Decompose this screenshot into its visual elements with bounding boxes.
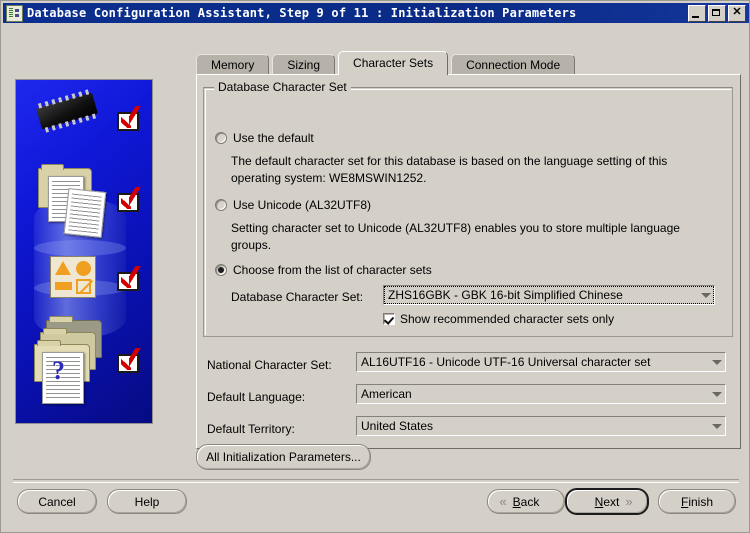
chevron-down-icon [709,423,725,429]
all-initialization-parameters-button[interactable]: All Initialization Parameters... [196,444,371,470]
show-recommended-label: Show recommended character sets only [400,312,615,326]
window-title: Database Configuration Assistant, Step 9… [27,6,577,20]
footer-divider [13,479,739,483]
default-territory-label: Default Territory: [207,422,295,436]
radio-choose-from-list[interactable]: Choose from the list of character sets [215,263,432,277]
default-language-combobox[interactable]: American [356,384,726,404]
tab-bar: Memory Sizing Character Sets Connection … [196,51,578,75]
database-assistant-icon [6,4,23,22]
db-charset-value: ZHS16GBK - GBK 16-bit Simplified Chinese [388,288,623,302]
tab-connection-mode[interactable]: Connection Mode [451,54,576,75]
step-check-icon [117,266,143,291]
chevron-down-icon [698,292,714,298]
wizard-illustration-panel: ? [15,79,153,424]
default-language-value: American [361,387,412,401]
tab-sizing[interactable]: Sizing [272,54,336,75]
use-default-description: The default character set for this datab… [231,154,668,185]
radio-label: Choose from the list of character sets [233,263,432,277]
next-label: Next [594,494,620,509]
step-check-icon [117,106,143,131]
window-titlebar: Database Configuration Assistant, Step 9… [3,3,749,23]
help-button[interactable]: Help [107,489,187,514]
default-territory-combobox[interactable]: United States [356,416,726,436]
step-check-icon [117,187,143,212]
radio-label: Use Unicode (AL32UTF8) [233,198,372,212]
memory-chip-icon [36,92,98,130]
national-charset-value: AL16UTF16 - Unicode UTF-16 Universal cha… [361,355,651,369]
db-charset-label: Database Character Set: [231,290,364,304]
step-check-icon [117,348,143,373]
document-page [63,188,107,238]
group-title: Database Character Set [214,80,351,94]
chevron-down-icon [709,391,725,397]
db-charset-combobox[interactable]: ZHS16GBK - GBK 16-bit Simplified Chinese [383,285,715,305]
radio-icon [215,132,227,144]
minimize-button[interactable] [688,4,706,22]
window-client-area: ? Memory Sizing Character Sets Connectio… [3,23,749,530]
character-sets-panel: Database Character Set Use the default T… [196,74,741,449]
database-band [34,240,126,256]
close-button[interactable]: ✕ [728,4,746,22]
use-unicode-description: Setting character set to Unicode (AL32UT… [231,221,680,252]
cancel-button[interactable]: Cancel [17,489,97,514]
back-button[interactable]: « Back « [487,489,565,514]
radio-use-the-default[interactable]: Use the default [215,131,314,145]
question-mark-glyph: ? [52,356,65,385]
tab-character-sets[interactable]: Character Sets [338,51,449,75]
default-language-label: Default Language: [207,390,306,404]
radio-icon [215,264,227,276]
checkbox-icon [383,313,395,325]
radio-label: Use the default [233,131,314,145]
radio-icon [215,199,227,211]
close-icon: ✕ [732,5,742,18]
shapes-icon [50,256,96,298]
dbca-window: Database Configuration Assistant, Step 9… [0,0,750,533]
window-controls: ✕ [688,4,747,22]
finish-button[interactable]: Finish [658,489,736,514]
radio-use-unicode[interactable]: Use Unicode (AL32UTF8) [215,198,371,212]
national-charset-combobox[interactable]: AL16UTF16 - Unicode UTF-16 Universal cha… [356,352,726,372]
chevron-right-icon: » [625,494,633,509]
default-territory-value: United States [361,419,434,433]
tab-memory[interactable]: Memory [196,54,270,75]
maximize-button[interactable] [708,4,726,22]
chevron-down-icon [709,359,725,365]
next-button[interactable]: » Next » [565,488,649,515]
national-charset-label: National Character Set: [207,358,332,372]
chevron-left-icon: « [499,494,507,509]
show-recommended-checkbox[interactable]: Show recommended character sets only [383,312,614,326]
back-label: Back [512,494,540,509]
